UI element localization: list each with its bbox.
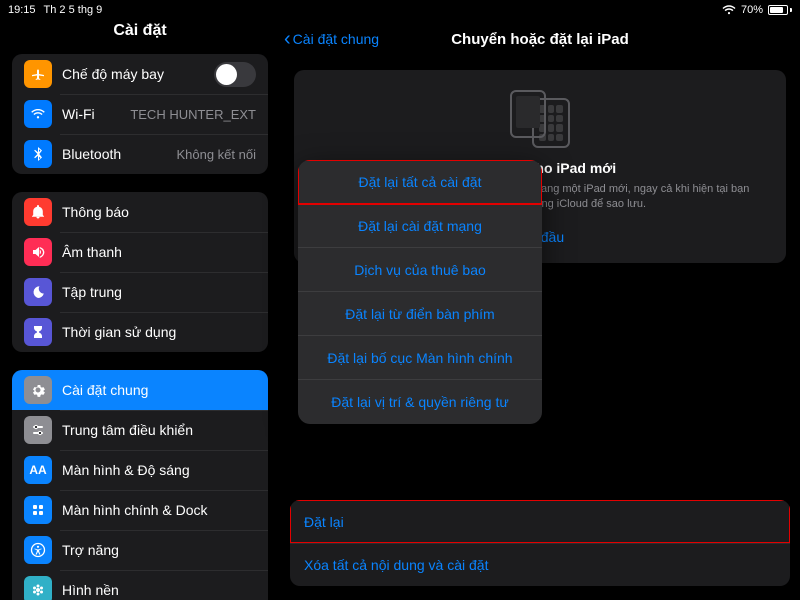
sidebar-item-wallpaper[interactable]: Hình nền — [12, 570, 268, 600]
chevron-left-icon: ‹ — [284, 29, 291, 49]
hourglass-icon — [24, 318, 52, 346]
erase-row[interactable]: Xóa tất cả nội dung và cài đặt — [290, 543, 790, 586]
sidebar-item-focus[interactable]: Tập trung — [12, 272, 268, 312]
airplane-icon — [24, 60, 52, 88]
bluetooth-label: Bluetooth — [62, 146, 176, 162]
reset-all-settings[interactable]: Đặt lại tất cả cài đặt — [298, 160, 542, 204]
sidebar-item-accessibility[interactable]: Trợ năng — [12, 530, 268, 570]
wifi-icon — [24, 100, 52, 128]
wallpaper-label: Hình nền — [62, 582, 256, 598]
sidebar-item-notifications[interactable]: Thông báo — [12, 192, 268, 232]
moon-icon — [24, 278, 52, 306]
wifi-label: Wi-Fi — [62, 106, 130, 122]
screentime-label: Thời gian sử dụng — [62, 324, 256, 340]
status-bar: 19:15 Th 2 5 thg 9 70% — [0, 0, 800, 20]
bell-icon — [24, 198, 52, 226]
wifi-icon — [722, 5, 736, 15]
wifi-value: TECH HUNTER_EXT — [130, 107, 256, 122]
bluetooth-value: Không kết nối — [176, 147, 256, 162]
page-title: Chuyển hoặc đặt lại iPad — [451, 31, 629, 48]
sidebar-item-bluetooth[interactable]: Bluetooth Không kết nối — [12, 134, 268, 174]
accessibility-icon — [24, 536, 52, 564]
gear-icon — [24, 376, 52, 404]
airplane-toggle[interactable] — [214, 62, 256, 87]
bottom-list: Đặt lại Xóa tất cả nội dung và cài đặt — [290, 500, 790, 586]
battery-percent: 70% — [741, 4, 763, 16]
sidebar-item-control-center[interactable]: Trung tâm điều khiển — [12, 410, 268, 450]
notifications-label: Thông báo — [62, 204, 256, 220]
reset-popup: Đặt lại tất cả cài đặt Đặt lại cài đặt m… — [298, 160, 542, 424]
status-date: Th 2 5 thg 9 — [44, 4, 103, 16]
sidebar-item-screentime[interactable]: Thời gian sử dụng — [12, 312, 268, 352]
flower-icon — [24, 576, 52, 600]
status-time: 19:15 — [8, 4, 36, 16]
accessibility-label: Trợ năng — [62, 542, 256, 558]
display-label: Màn hình & Độ sáng — [62, 462, 256, 478]
reset-label: Đặt lại — [304, 514, 344, 530]
reset-network-settings[interactable]: Đặt lại cài đặt mạng — [298, 204, 542, 248]
sound-label: Âm thanh — [62, 244, 256, 260]
subscriber-services[interactable]: Dịch vụ của thuê bao — [298, 248, 542, 292]
general-label: Cài đặt chung — [62, 382, 256, 398]
sidebar-item-airplane[interactable]: Chế độ máy bay — [12, 54, 268, 94]
erase-label: Xóa tất cả nội dung và cài đặt — [304, 557, 488, 573]
sidebar-item-wifi[interactable]: Wi-Fi TECH HUNTER_EXT — [12, 94, 268, 134]
aa-icon: AA — [24, 456, 52, 484]
reset-location-privacy[interactable]: Đặt lại vị trí & quyền riêng tư — [298, 380, 542, 424]
back-button[interactable]: ‹ Cài đặt chung — [284, 29, 379, 49]
sidebar-item-sound[interactable]: Âm thanh — [12, 232, 268, 272]
control-label: Trung tâm điều khiển — [62, 422, 256, 438]
sliders-icon — [24, 416, 52, 444]
battery-icon — [768, 5, 792, 15]
sidebar-item-display[interactable]: AA Màn hình & Độ sáng — [12, 450, 268, 490]
reset-home-layout[interactable]: Đặt lại bố cục Màn hình chính — [298, 336, 542, 380]
sidebar-item-general[interactable]: Cài đặt chung — [12, 370, 268, 410]
speaker-icon — [24, 238, 52, 266]
bluetooth-icon — [24, 140, 52, 168]
sidebar-title: Cài đặt — [0, 22, 280, 40]
reset-row[interactable]: Đặt lại — [290, 500, 790, 543]
home-label: Màn hình chính & Dock — [62, 502, 256, 518]
airplane-label: Chế độ máy bay — [62, 66, 214, 82]
grid-icon — [24, 496, 52, 524]
settings-sidebar: Cài đặt Chế độ máy bay Wi-Fi TECH HUNTER… — [0, 0, 280, 600]
reset-keyboard-dictionary[interactable]: Đặt lại từ điển bàn phím — [298, 292, 542, 336]
sidebar-item-home-screen[interactable]: Màn hình chính & Dock — [12, 490, 268, 530]
focus-label: Tập trung — [62, 284, 256, 300]
ipad-illustration-icon — [310, 90, 770, 148]
back-label: Cài đặt chung — [293, 31, 379, 47]
